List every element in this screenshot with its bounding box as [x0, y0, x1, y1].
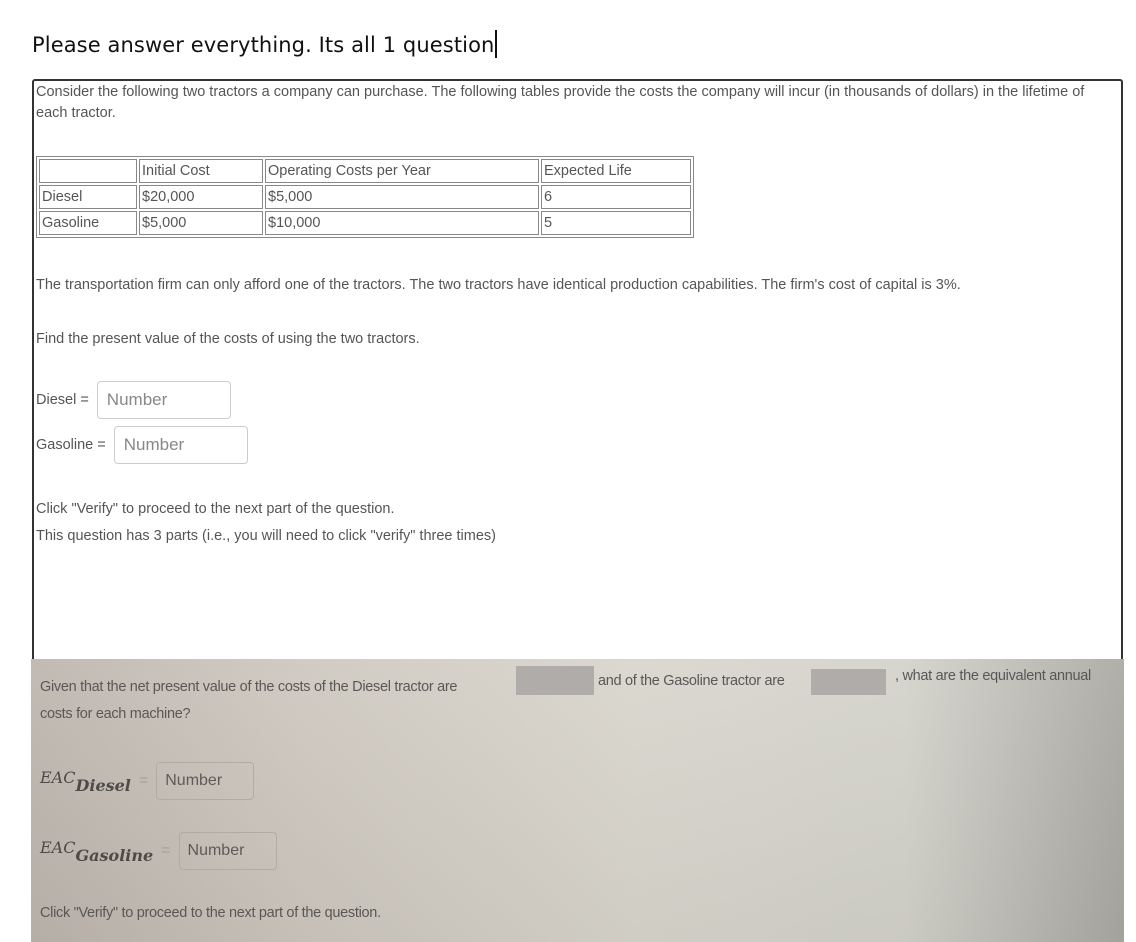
eac-diesel-label: EACDiesel: [40, 767, 131, 795]
gasoline-pv-row: Gasoline =: [36, 426, 248, 464]
eac-gasoline-row: EACGasoline =: [40, 832, 277, 870]
part2-photo: Given that the net present value of the …: [31, 659, 1124, 942]
table-cell: $5,000: [265, 185, 539, 209]
question-intro: Consider the following two tractors a co…: [36, 84, 1085, 121]
eac-diesel-input[interactable]: [156, 762, 255, 800]
firm-description: The transportation firm can only afford …: [36, 277, 961, 293]
table-cell: $20,000: [139, 185, 263, 209]
table-header-row: Initial Cost Operating Costs per Year Ex…: [39, 159, 691, 183]
gasoline-pv-input[interactable]: [113, 426, 248, 464]
table-row: Diesel $20,000 $5,000 6: [39, 185, 691, 209]
table-header-cell: Operating Costs per Year: [265, 159, 539, 183]
table-cell: 5: [541, 211, 691, 235]
find-instruction: Find the present value of the costs of u…: [36, 331, 420, 347]
diesel-pv-row: Diesel =: [36, 381, 231, 419]
part2-question-d: costs for each machine?: [40, 706, 191, 722]
eac-gasoline-label: EACGasoline: [40, 837, 154, 865]
table-row: Gasoline $5,000 $10,000 5: [39, 211, 691, 235]
equals-sign: =: [161, 842, 171, 859]
diesel-pv-label: Diesel =: [36, 392, 89, 408]
eac-diesel-row: EACDiesel =: [40, 762, 255, 800]
part2-question-c: , what are the equivalent annual: [895, 668, 1091, 684]
part2-verify-instruction: Click "Verify" to proceed to the next pa…: [40, 905, 381, 921]
parts-note: This question has 3 parts (i.e., you wil…: [36, 528, 496, 544]
part2-question-b: and of the Gasoline tractor are: [598, 673, 785, 689]
table-header-cell: Expected Life: [541, 159, 691, 183]
table-cell: $5,000: [139, 211, 263, 235]
part2-question-a: Given that the net present value of the …: [40, 679, 458, 695]
table-header-cell: Initial Cost: [139, 159, 263, 183]
text-cursor: [495, 30, 497, 58]
redacted-diesel-npv: [516, 666, 594, 695]
heading-text: Please answer everything. Its all 1 ques…: [32, 33, 495, 57]
page-heading: Please answer everything. Its all 1 ques…: [32, 30, 497, 58]
redacted-gasoline-npv: [811, 669, 886, 695]
gasoline-pv-label: Gasoline =: [36, 437, 106, 453]
diesel-pv-input[interactable]: [96, 381, 231, 419]
eac-gasoline-input[interactable]: [178, 832, 277, 870]
table-cell: $10,000: [265, 211, 539, 235]
question-panel: Consider the following two tractors a co…: [32, 79, 1123, 679]
verify-instruction: Click "Verify" to proceed to the next pa…: [36, 501, 395, 517]
table-header-cell: [39, 159, 137, 183]
table-cell: 6: [541, 185, 691, 209]
table-cell: Gasoline: [39, 211, 137, 235]
table-cell: Diesel: [39, 185, 137, 209]
equals-sign: =: [138, 772, 149, 789]
cost-table: Initial Cost Operating Costs per Year Ex…: [36, 156, 694, 238]
